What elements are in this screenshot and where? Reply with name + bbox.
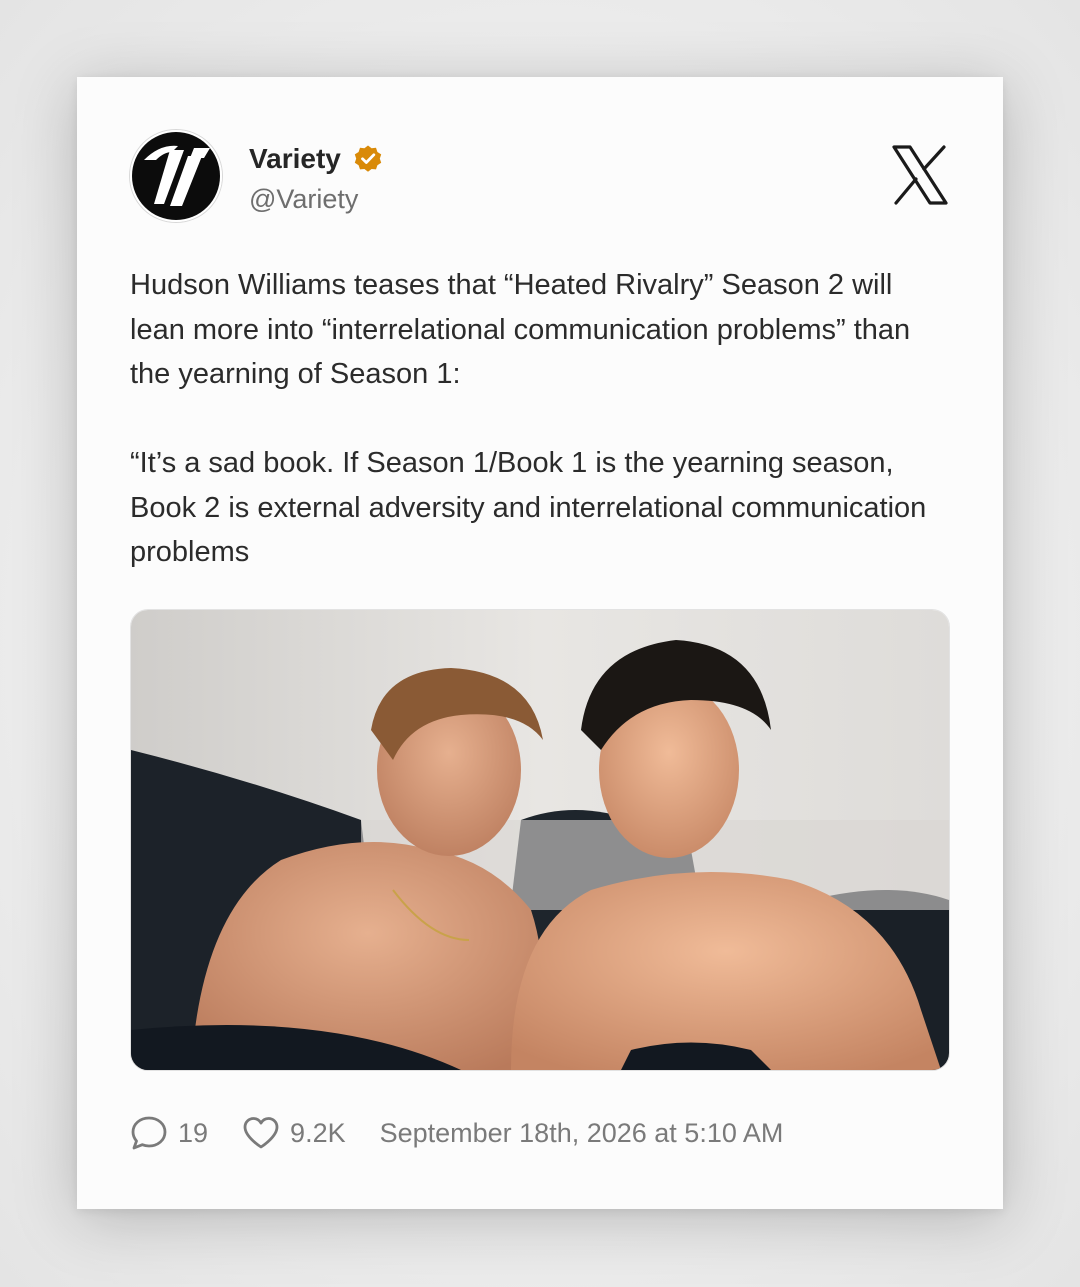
like-metric[interactable]: 9.2K (242, 1116, 346, 1150)
tweet-photo[interactable] (130, 609, 950, 1071)
post-timestamp[interactable]: September 18th, 2026 at 5:10 AM (380, 1118, 784, 1149)
variety-logo-icon (130, 130, 222, 222)
reply-metric[interactable]: 19 (130, 1115, 208, 1151)
author-handle[interactable]: @Variety (249, 183, 358, 215)
tweet-text: Hudson Williams teases that “Heated Riva… (130, 269, 927, 568)
heart-icon (243, 1117, 279, 1149)
comment-icon (131, 1116, 167, 1150)
verified-badge-icon (353, 144, 383, 174)
author-display-name[interactable]: Variety (249, 143, 341, 175)
tweet-card: Variety @Variety Hudson Williams teases … (77, 77, 1003, 1209)
like-count: 9.2K (290, 1117, 346, 1148)
author-name-row: Variety (249, 143, 383, 175)
author-avatar[interactable] (130, 130, 222, 222)
reply-count: 19 (178, 1117, 209, 1148)
x-logo-icon[interactable] (891, 145, 949, 205)
tweet-footer: 19 9.2K September 18th, 2026 at 5:10 AM (130, 1115, 783, 1151)
